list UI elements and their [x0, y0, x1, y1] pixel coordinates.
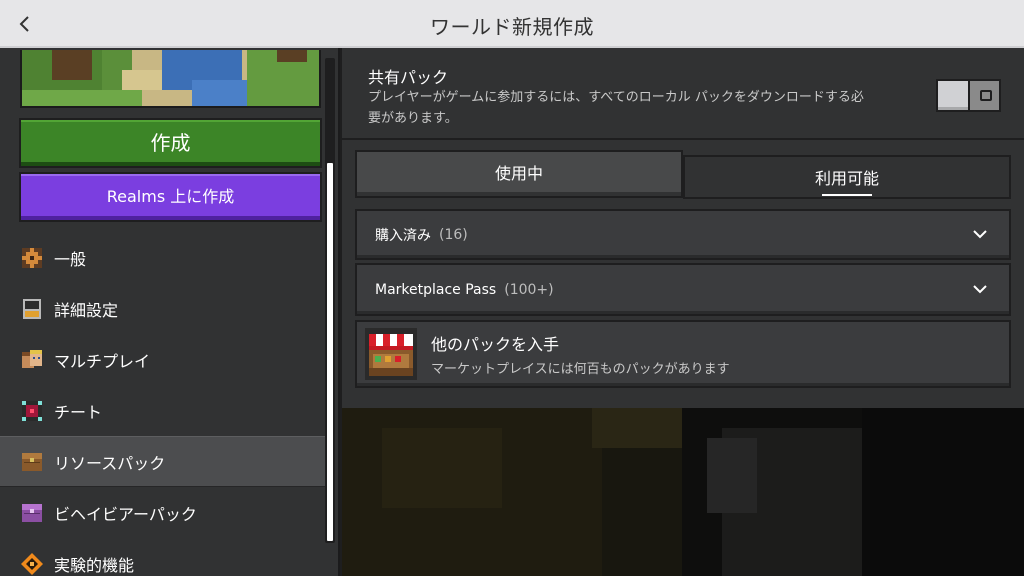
shared-packs-description: プレイヤーがゲームに参加するには、すべてのローカル パックをダウンロードする必要…	[368, 90, 864, 126]
tab-available[interactable]: 利用可能	[683, 155, 1011, 199]
get-more-packs-title: 他のパックを入手	[431, 335, 560, 354]
toggle-knob	[938, 81, 970, 110]
cheats-icon	[22, 400, 42, 421]
world-background-image	[342, 408, 1024, 576]
nav-item-multiplayer[interactable]: マルチプレイ	[0, 334, 325, 385]
marketplace-pass-count: (100+)	[504, 281, 554, 298]
marketplace-pass-dropdown[interactable]: Marketplace Pass (100+)	[355, 263, 1011, 316]
nav-label: ビヘイビアーパック	[54, 504, 197, 524]
nav-item-experiments[interactable]: 実験的機能	[0, 538, 325, 576]
page-title: ワールド新規作成	[430, 15, 594, 39]
tab-selected-indicator	[822, 194, 872, 196]
get-more-packs-subtitle: マーケットプレイスには何百ものパックがあります	[431, 362, 730, 377]
purchased-label: 購入済み	[375, 227, 431, 244]
left-panel: 作成 Realms 上に作成 一般 詳細設定 マルチプレイ チート リソースパッ…	[0, 48, 340, 576]
nav-label: 実験的機能	[54, 555, 135, 575]
shared-packs-section: 共有パック プレイヤーがゲームに参加するには、すべてのローカル パックをダウンロ…	[342, 50, 1024, 140]
nav-item-resource-packs[interactable]: リソースパック	[0, 436, 325, 487]
resource-pack-icon	[22, 452, 42, 471]
nav-label: チート	[54, 402, 103, 422]
world-preview-image	[20, 50, 321, 108]
nav-label: 一般	[54, 249, 87, 269]
shared-packs-title: 共有パック	[368, 68, 449, 87]
chevron-down-icon	[973, 229, 987, 238]
create-button[interactable]: 作成	[19, 118, 322, 168]
nav-item-advanced[interactable]: 詳細設定	[0, 283, 325, 334]
experiments-icon	[21, 552, 43, 575]
toggle-off-icon	[980, 90, 992, 101]
nav-label: リソースパック	[54, 453, 166, 473]
nav-label: マルチプレイ	[54, 351, 151, 371]
purchased-count: (16)	[439, 226, 468, 243]
title-bar: ワールド新規作成	[0, 0, 1024, 48]
settings-nav: 一般 詳細設定 マルチプレイ チート リソースパック ビヘイビアーパック 実験的…	[0, 232, 325, 576]
purchased-dropdown[interactable]: 購入済み (16)	[355, 209, 1011, 260]
store-icon	[365, 328, 417, 380]
nav-item-cheats[interactable]: チート	[0, 385, 325, 436]
behavior-pack-icon	[22, 503, 42, 522]
scrollbar-thumb[interactable]	[327, 163, 333, 541]
nav-item-behavior-packs[interactable]: ビヘイビアーパック	[0, 487, 325, 538]
shared-packs-toggle[interactable]	[936, 79, 1001, 112]
get-more-packs-button[interactable]: 他のパックを入手 マーケットプレイスには何百ものパックがあります	[355, 320, 1011, 388]
create-on-realms-button[interactable]: Realms 上に作成	[19, 172, 322, 222]
tab-in-use[interactable]: 使用中	[355, 150, 683, 198]
advanced-icon	[23, 298, 41, 319]
multiplayer-icon	[22, 349, 42, 368]
marketplace-pass-label: Marketplace Pass	[375, 281, 497, 298]
general-icon	[22, 247, 42, 268]
nav-item-general[interactable]: 一般	[0, 232, 325, 283]
chevron-down-icon	[973, 284, 987, 293]
nav-label: 詳細設定	[54, 300, 119, 320]
